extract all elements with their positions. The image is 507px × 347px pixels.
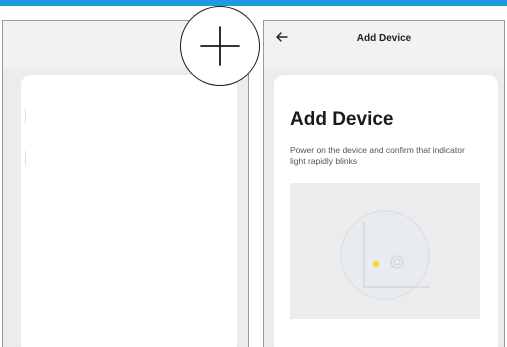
right-phone-screen: Add Device Add Device Power on the devic… (263, 20, 505, 347)
card-description: Power on the device and confirm that ind… (290, 145, 465, 166)
zoom-callout (180, 6, 260, 86)
device-illustration (290, 183, 480, 319)
card-title: Add Device (290, 109, 394, 130)
divider (25, 109, 26, 123)
indicator-light (373, 261, 379, 267)
divider (25, 151, 26, 165)
left-content-card (21, 75, 237, 347)
add-device-card: Add Device Power on the device and confi… (274, 75, 498, 347)
illustration-circle (340, 210, 430, 300)
screen-header: Add Device (264, 21, 504, 67)
header-title: Add Device (356, 33, 412, 44)
accent-bar (0, 0, 507, 6)
plus-icon (200, 26, 240, 66)
